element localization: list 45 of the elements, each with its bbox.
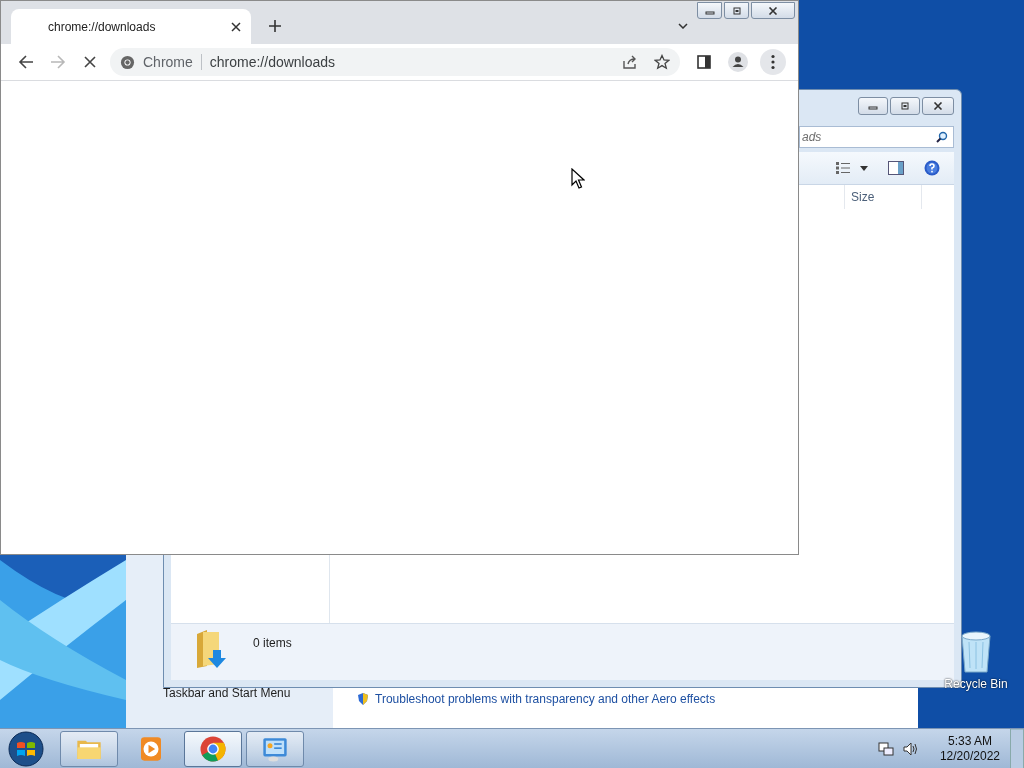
item-count: 0 items xyxy=(253,636,292,650)
taskbar-button[interactable] xyxy=(184,730,242,767)
help-icon xyxy=(924,160,940,176)
share-icon[interactable] xyxy=(622,54,638,70)
address-bar[interactable]: Chrome chrome://downloads xyxy=(110,48,680,76)
minimize-button[interactable] xyxy=(858,97,888,115)
recycle-bin-icon[interactable] xyxy=(959,630,993,674)
maximize-icon xyxy=(731,6,742,15)
close-button[interactable] xyxy=(751,2,795,19)
menu-icon[interactable] xyxy=(760,49,786,75)
column-header[interactable]: Size xyxy=(844,185,922,209)
sidebar-link[interactable]: Taskbar and Start Menu xyxy=(163,686,291,700)
profile-avatar-icon[interactable] xyxy=(728,52,748,72)
site-label: Chrome xyxy=(143,54,193,70)
volume-icon[interactable] xyxy=(901,740,918,757)
search-field[interactable]: ads xyxy=(799,126,954,148)
close-tab-icon[interactable] xyxy=(231,21,241,32)
clock[interactable]: 5:33 AM 12/20/2022 xyxy=(939,733,1000,764)
url-text: chrome://downloads xyxy=(209,54,336,70)
side-panel-icon[interactable] xyxy=(696,54,712,70)
start-button[interactable] xyxy=(8,730,44,767)
bookmark-star-icon[interactable] xyxy=(654,54,670,70)
back-icon[interactable] xyxy=(18,54,34,70)
close-button[interactable] xyxy=(922,97,954,115)
taskbar-button[interactable] xyxy=(246,730,304,767)
chrome-logo-icon xyxy=(120,54,135,70)
chevron-down-icon[interactable] xyxy=(678,23,688,29)
task-link[interactable]: Troubleshoot problems with transparency and other Aero effects xyxy=(375,692,716,706)
close-icon xyxy=(768,6,778,15)
maximize-icon xyxy=(900,102,910,110)
shield-icon xyxy=(357,692,369,706)
network-icon[interactable] xyxy=(877,740,894,757)
maximize-button[interactable] xyxy=(890,97,920,115)
new-tab-icon[interactable] xyxy=(269,20,281,32)
stop-icon[interactable] xyxy=(82,54,98,70)
taskbar-button[interactable] xyxy=(60,730,118,767)
close-icon xyxy=(933,102,943,110)
browser-tab[interactable]: chrome://downloads xyxy=(11,9,251,44)
view-list-icon xyxy=(836,162,850,174)
caret-icon xyxy=(860,165,868,171)
search-icon[interactable] xyxy=(936,131,948,143)
mouse-pointer-icon xyxy=(571,168,585,190)
minimize-button[interactable] xyxy=(697,2,722,19)
pane-icon xyxy=(888,160,904,176)
maximize-button[interactable] xyxy=(724,2,749,19)
